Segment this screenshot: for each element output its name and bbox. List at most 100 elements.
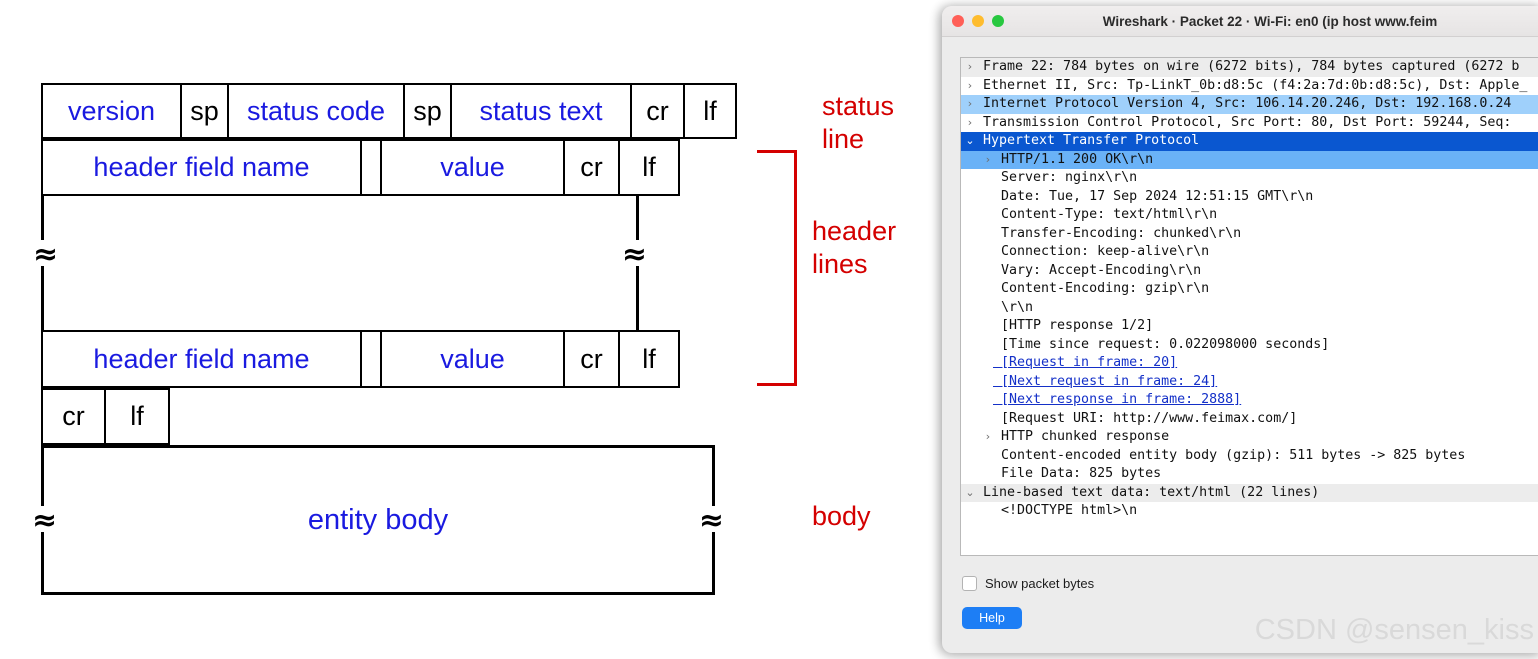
break-glyph-right: ≈	[621, 237, 647, 272]
row-label: Ethernet II, Src: Tp-LinkT_0b:d8:5c (f4:…	[975, 77, 1528, 93]
row-label: [Request URI: http://www.feimax.com/]	[993, 410, 1298, 426]
packet-detail-row[interactable]: Server: nginx\r\n	[961, 169, 1538, 188]
entity-body-label: entity body	[307, 503, 449, 536]
cell-cr-header-2: cr	[563, 330, 620, 388]
row-indent: [Next request in frame: 24]	[961, 374, 1217, 389]
chevron-right-icon[interactable]: ›	[965, 114, 975, 133]
row-label: Hypertext Transfer Protocol	[975, 133, 1200, 148]
close-window-button[interactable]	[952, 15, 964, 27]
packet-detail-row[interactable]: [Request URI: http://www.feimax.com/]	[961, 410, 1538, 429]
row-indent: Content-Type: text/html\r\n	[961, 207, 1217, 222]
cell-cr-blankline: cr	[41, 388, 106, 445]
packet-detail-row[interactable]: › Internet Protocol Version 4, Src: 106.…	[961, 95, 1538, 114]
show-packet-bytes-row[interactable]: Show packet bytes	[962, 576, 1094, 591]
show-packet-bytes-label: Show packet bytes	[985, 576, 1095, 591]
row-label: \r\n	[993, 299, 1034, 315]
packet-detail-row[interactable]: [Next response in frame: 2888]	[961, 391, 1538, 410]
cell-lf-header-1: lf	[618, 139, 680, 196]
row-label: Connection: keep-alive\r\n	[993, 244, 1210, 259]
minimize-window-button[interactable]	[972, 15, 984, 27]
cell-sp-2: sp	[403, 83, 452, 139]
row-indent: [Request URI: http://www.feimax.com/]	[961, 411, 1297, 426]
header-lines-continuation-break: ≈ ≈	[33, 196, 647, 330]
row-indent: › Frame 22: 784 bytes on wire (6272 bits…	[961, 58, 1520, 77]
maximize-window-button[interactable]	[992, 15, 1004, 27]
row-indent: Server: nginx\r\n	[961, 170, 1137, 185]
packet-detail-row[interactable]: Vary: Accept-Encoding\r\n	[961, 262, 1538, 281]
row-indent: Vary: Accept-Encoding\r\n	[961, 263, 1201, 278]
row-label: Server: nginx\r\n	[993, 170, 1138, 185]
cell-header-field-name-2: header field name	[41, 330, 362, 388]
cell-lf-blankline: lf	[104, 388, 170, 445]
header-lines-bracket	[757, 150, 797, 386]
row-indent: › Ethernet II, Src: Tp-LinkT_0b:d8:5c (f…	[961, 77, 1528, 96]
packet-detail-row[interactable]: Content-Encoding: gzip\r\n	[961, 280, 1538, 299]
chevron-right-icon[interactable]: ›	[983, 151, 993, 170]
packet-detail-row[interactable]: Content-Type: text/html\r\n	[961, 206, 1538, 225]
chevron-right-icon[interactable]: ›	[965, 58, 975, 77]
packet-detail-row[interactable]: File Data: 825 bytes	[961, 465, 1538, 484]
packet-detail-row[interactable]: [HTTP response 1/2]	[961, 317, 1538, 336]
help-button[interactable]: Help	[962, 607, 1022, 629]
cell-cr-header-1: cr	[563, 139, 620, 196]
row-label: [Next response in frame: 2888]	[993, 392, 1242, 407]
packet-detail-row[interactable]: › HTTP chunked response	[961, 428, 1538, 447]
packet-detail-row[interactable]: <!DOCTYPE html>\n	[961, 502, 1538, 521]
csdn-watermark: CSDN @sensen_kiss	[1254, 614, 1534, 646]
show-packet-bytes-checkbox[interactable]	[962, 576, 977, 591]
body-break-glyph-right: ≈	[698, 503, 724, 538]
packet-detail-row[interactable]: [Next request in frame: 24]	[961, 373, 1538, 392]
packet-detail-row[interactable]: › Transmission Control Protocol, Src Por…	[961, 114, 1538, 133]
row-indent: › HTTP/1.1 200 OK\r\n	[961, 152, 1153, 167]
row-label: Transfer-Encoding: chunked\r\n	[993, 225, 1242, 241]
row-indent: \r\n	[961, 300, 1033, 315]
row-label: Content-encoded entity body (gzip): 511 …	[993, 447, 1466, 463]
row-indent: › HTTP chunked response	[961, 429, 1169, 444]
packet-detail-row[interactable]: [Time since request: 0.022098000 seconds…	[961, 336, 1538, 355]
cell-version: version	[41, 83, 182, 139]
cell-cr-statusline: cr	[630, 83, 685, 139]
row-label: Frame 22: 784 bytes on wire (6272 bits),…	[975, 59, 1520, 74]
row-label: Date: Tue, 17 Sep 2024 12:51:15 GMT\r\n	[993, 188, 1314, 204]
annotation-status-line: status line	[822, 91, 895, 154]
row-indent: Content-encoded entity body (gzip): 511 …	[961, 448, 1465, 463]
chevron-down-icon[interactable]: ⌄	[965, 484, 975, 503]
packet-detail-row[interactable]: Connection: keep-alive\r\n	[961, 243, 1538, 262]
row-label: Vary: Accept-Encoding\r\n	[993, 262, 1202, 278]
cell-value-1: value	[380, 139, 565, 196]
packet-detail-row[interactable]: Content-encoded entity body (gzip): 511 …	[961, 447, 1538, 466]
row-indent: [Time since request: 0.022098000 seconds…	[961, 337, 1329, 352]
packet-detail-row[interactable]: › Frame 22: 784 bytes on wire (6272 bits…	[961, 58, 1538, 77]
packet-detail-row[interactable]: Transfer-Encoding: chunked\r\n	[961, 225, 1538, 244]
packet-detail-row[interactable]: [Request in frame: 20]	[961, 354, 1538, 373]
cell-header-field-name-1: header field name	[41, 139, 362, 196]
row-label: File Data: 825 bytes	[993, 466, 1162, 481]
break-glyph-left: ≈	[33, 237, 59, 272]
packet-detail-tree[interactable]: › Frame 22: 784 bytes on wire (6272 bits…	[960, 57, 1538, 556]
row-indent: <!DOCTYPE html>\n	[961, 503, 1137, 518]
chevron-right-icon[interactable]: ›	[965, 77, 975, 96]
row-label: Content-Type: text/html\r\n	[993, 207, 1218, 222]
packet-detail-row[interactable]: ⌄ Line-based text data: text/html (22 li…	[961, 483, 1538, 503]
window-title-bar[interactable]: Wireshark · Packet 22 · Wi-Fi: en0 (ip h…	[942, 6, 1538, 37]
window-traffic-lights[interactable]	[952, 15, 1004, 27]
row-indent: File Data: 825 bytes	[961, 466, 1161, 481]
packet-detail-row[interactable]: Date: Tue, 17 Sep 2024 12:51:15 GMT\r\n	[961, 188, 1538, 207]
chevron-right-icon[interactable]: ›	[983, 428, 993, 447]
cell-sp-1: sp	[180, 83, 229, 139]
row-indent: Transfer-Encoding: chunked\r\n	[961, 226, 1241, 241]
row-label: [HTTP response 1/2]	[993, 318, 1154, 333]
packet-detail-row[interactable]: ⌄ Hypertext Transfer Protocol	[961, 132, 1538, 151]
row-indent: › Internet Protocol Version 4, Src: 106.…	[961, 95, 1512, 114]
packet-detail-row[interactable]: › Ethernet II, Src: Tp-LinkT_0b:d8:5c (f…	[961, 77, 1538, 96]
packet-detail-row[interactable]: \r\n	[961, 299, 1538, 318]
annotation-header-lines: header lines	[812, 216, 897, 279]
packet-detail-row[interactable]: › HTTP/1.1 200 OK\r\n	[961, 150, 1538, 169]
row-label: <!DOCTYPE html>\n	[993, 503, 1138, 518]
wireshark-packet-detail-window: Wireshark · Packet 22 · Wi-Fi: en0 (ip h…	[942, 6, 1538, 653]
row-label: Line-based text data: text/html (22 line…	[975, 484, 1320, 500]
cell-status-code: status code	[227, 83, 405, 139]
row-label: Internet Protocol Version 4, Src: 106.14…	[975, 96, 1512, 111]
chevron-down-icon[interactable]: ⌄	[965, 132, 975, 151]
chevron-right-icon[interactable]: ›	[965, 95, 975, 114]
